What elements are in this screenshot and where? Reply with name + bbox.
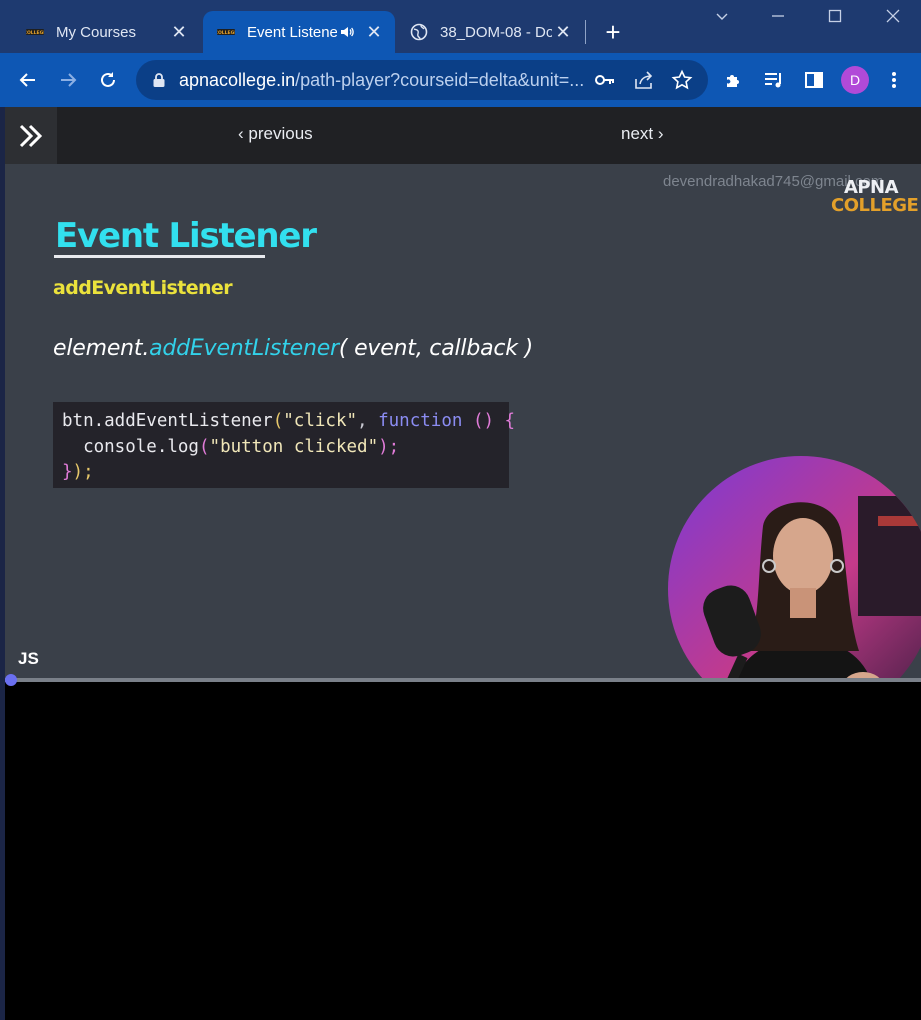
chevron-down-icon[interactable] [709,8,735,32]
code-line-3: }); [62,462,94,482]
share-icon[interactable] [633,69,655,91]
syntax-line: element.addEventListener( event, callbac… [53,336,533,361]
new-tab-plus-icon[interactable]: + [600,19,626,46]
menu-kebab-icon[interactable] [881,67,907,93]
tab-dom-doc[interactable]: 38_DOM-08 - Do ✕ [398,11,584,53]
js-corner-label: JS [18,649,39,668]
profile-avatar[interactable]: D [841,66,869,94]
close-icon[interactable]: ✕ [170,23,188,41]
tab-my-courses[interactable]: COLLEGE My Courses ✕ [16,11,200,53]
reload-icon[interactable] [95,67,121,93]
url-text[interactable]: apnacollege.in/path-player?courseid=delt… [179,70,584,91]
url-path: /path-player?courseid=delta&unit=... [295,70,585,90]
puzzle-icon[interactable] [721,67,747,93]
progress-scrubber-handle[interactable] [5,674,17,686]
chevron-right-icon: › [653,124,664,143]
svg-text:COLLEGE: COLLEGE [26,30,44,36]
window-close-icon[interactable] [880,8,906,32]
slide-subtitle: addEventListener [53,277,233,299]
close-icon[interactable]: ✕ [554,23,572,41]
maximize-icon[interactable] [822,8,848,32]
college-logo-icon: COLLEGE [217,23,235,41]
media-control-icon[interactable] [761,67,787,93]
address-bar[interactable]: apnacollege.in/path-player?courseid=delt… [136,60,708,100]
side-panel-icon[interactable] [801,67,827,93]
tab-divider [585,20,586,44]
course-page: ‹ previous next › devendradhakad745@gmai… [0,107,921,1020]
apna-college-logo: APNA COLLEGE [831,177,919,216]
code-line-1: btn.addEventListener("click", function (… [62,411,516,431]
tab-title: My Courses [56,23,137,41]
star-icon[interactable] [671,69,693,91]
video-player[interactable]: devendradhakad745@gmail.com APNA COLLEGE… [5,164,921,680]
chevron-left-icon: ‹ [238,124,249,143]
code-line-2: console.log("button clicked"); [83,436,400,457]
globe-icon [410,23,428,41]
next-button[interactable]: next › [621,124,664,144]
svg-text:COLLEGE: COLLEGE [217,30,235,36]
forward-arrow-icon[interactable] [55,67,81,93]
code-block: btn.addEventListener("click", function (… [53,402,516,488]
lesson-navbar: ‹ previous next › [5,107,921,164]
video-progress-bar[interactable] [5,678,921,682]
previous-label: previous [248,124,313,143]
tab-title: 38_DOM-08 - Do [440,23,552,41]
presenter-webcam [668,456,921,680]
close-icon[interactable]: ✕ [365,23,383,41]
slide-title: Event Listener [55,216,317,256]
lock-icon[interactable] [152,72,166,88]
college-logo-icon: COLLEGE [26,23,44,41]
minimize-icon[interactable] [765,8,791,32]
browser-toolbar: apnacollege.in/path-player?courseid=delt… [0,53,921,107]
back-arrow-icon[interactable] [15,67,41,93]
url-host: apnacollege.in [179,70,296,90]
next-label: next [621,124,654,143]
title-underline [54,255,265,258]
tab-title: Event Listener [247,23,337,41]
previous-button[interactable]: ‹ previous [238,124,313,144]
tab-strip: COLLEGE My Courses ✕ COLLEGE Event Liste… [0,0,921,53]
key-icon[interactable] [594,70,616,90]
speaker-icon[interactable] [339,24,355,40]
expand-sidebar-icon[interactable] [5,107,57,164]
tab-event-listener[interactable]: COLLEGE Event Listener ✕ [203,11,395,53]
